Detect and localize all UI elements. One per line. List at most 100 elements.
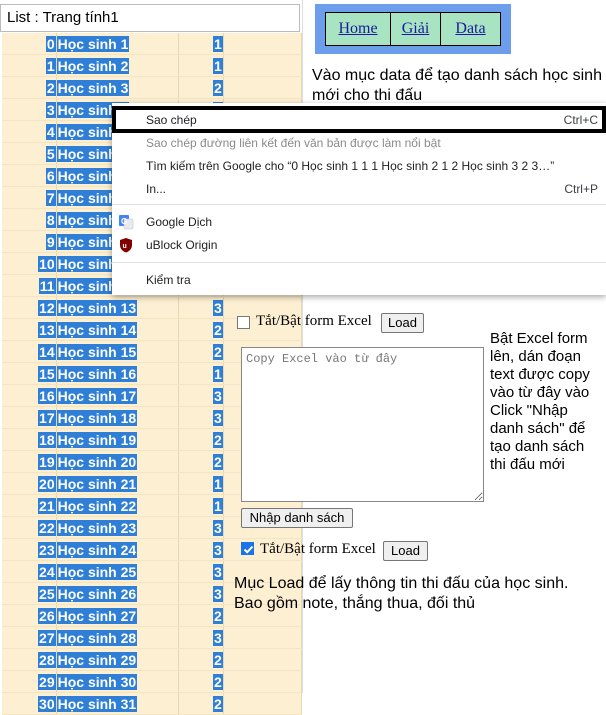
row-index-cell: 26 (2, 604, 57, 627)
student-name-cell: Học sinh 20 (56, 450, 180, 473)
context-google-translate-item[interactable]: G Google Dịch (112, 211, 606, 233)
student-name: Học sinh 29 (56, 651, 138, 668)
student-group-cell: 3 (178, 538, 224, 561)
student-name-cell: Học sinh 26 (56, 582, 180, 605)
student-group-cell: 3 (178, 406, 224, 429)
student-name: Học sinh 16 (56, 365, 138, 382)
row-index-cell: 18 (2, 428, 57, 451)
student-group: 1 (213, 57, 223, 74)
context-copy-link-item[interactable]: Sao chép đường liên kết đến văn bản được… (112, 132, 606, 154)
row-index-cell: 19 (2, 450, 57, 473)
student-group-cell: 3 (178, 582, 224, 605)
load-form-button[interactable]: Load (383, 541, 428, 561)
row-index-cell: 3 (2, 98, 57, 121)
context-ublock-item[interactable]: u uBlock Origin (112, 234, 606, 256)
row-index-cell: 5 (2, 142, 57, 165)
row-index-cell: 29 (2, 670, 57, 693)
context-inspect-item[interactable]: Kiểm tra (112, 269, 606, 291)
student-group-cell: 2 (178, 670, 224, 693)
student-name-cell: Học sinh 21 (56, 472, 180, 495)
student-name-cell: Học sinh 14 (56, 318, 180, 341)
menu-divider (112, 262, 606, 263)
student-name-cell: Học sinh 27 (56, 604, 180, 627)
row-index-cell: 27 (2, 626, 57, 649)
student-group-cell: 2 (178, 428, 224, 451)
row-index-cell: 2 (2, 76, 57, 99)
ublock-shield-icon: u (120, 238, 132, 253)
empty-cell-cell (223, 670, 303, 693)
student-name: Học sinh 26 (56, 585, 138, 602)
student-group: 2 (213, 673, 223, 690)
menu-divider (112, 204, 606, 205)
student-name-cell: Học sinh 19 (56, 428, 180, 451)
student-name: Học sinh 19 (56, 431, 138, 448)
row-index-cell: 1 (2, 54, 57, 77)
load-info-text: Mục Load để lấy thông tin thi đấu của họ… (234, 575, 569, 612)
student-group-cell: 2 (178, 318, 224, 341)
row-index-cell: 13 (2, 318, 57, 341)
student-group: 1 (213, 365, 223, 382)
row-index: 0 (45, 35, 56, 52)
student-group: 3 (213, 299, 223, 316)
row-index: 28 (38, 651, 56, 668)
student-name: Học sinh 31 (56, 695, 138, 712)
student-name: Học sinh 13 (56, 299, 138, 316)
student-name: Học sinh 20 (56, 453, 138, 470)
student-group: 2 (213, 431, 223, 448)
row-index: 12 (38, 299, 56, 316)
table-row: 27 Học sinh 28 3 (2, 626, 303, 649)
row-index-cell: 10 (2, 252, 57, 275)
context-print-item[interactable]: In... Ctrl+P (112, 178, 606, 200)
row-index-cell: 8 (2, 208, 57, 231)
row-index-cell: 22 (2, 516, 57, 539)
student-group: 3 (213, 387, 223, 404)
row-index: 30 (38, 695, 56, 712)
nav-home-link[interactable]: Home (325, 12, 391, 46)
student-group: 1 (213, 475, 223, 492)
table-row: 23 Học sinh 24 3 (2, 538, 303, 561)
empty-cell-cell (223, 54, 303, 77)
excel-load-button[interactable]: Load (381, 313, 424, 333)
row-index: 17 (38, 409, 56, 426)
row-index: 21 (38, 497, 56, 514)
context-search-google-item[interactable]: Tìm kiếm trên Google cho “0 Học sinh 1 1… (112, 155, 606, 177)
row-index: 8 (45, 211, 56, 228)
student-group-cell: 1 (178, 494, 224, 517)
row-index-cell: 12 (2, 296, 57, 319)
empty-cell-cell (223, 626, 303, 649)
excel-paste-textarea[interactable] (241, 347, 484, 502)
student-group-cell: 2 (178, 76, 224, 99)
student-group: 2 (213, 321, 223, 338)
excel-form-checkbox[interactable] (237, 316, 250, 329)
table-row: 29 Học sinh 30 2 (2, 670, 303, 693)
student-group: 3 (213, 409, 223, 426)
row-index-cell: 7 (2, 186, 57, 209)
empty-cell-cell (223, 76, 303, 99)
student-group: 3 (213, 541, 223, 558)
import-list-button[interactable]: Nhập danh sách (241, 508, 353, 528)
load-form-checkbox[interactable] (241, 542, 254, 555)
context-menu: Sao chép Ctrl+C Sao chép đường liên kết … (112, 103, 606, 295)
row-index-cell: 30 (2, 692, 57, 715)
row-index-cell: 28 (2, 648, 57, 671)
row-index: 18 (38, 431, 56, 448)
google-translate-icon: G (119, 215, 134, 230)
nav-giai-link[interactable]: Giải (390, 12, 441, 46)
student-name-cell: Học sinh 1 (56, 33, 180, 55)
nav-data-link[interactable]: Data (440, 12, 501, 46)
table-row: 28 Học sinh 29 2 (2, 648, 303, 671)
student-name: Học sinh 22 (56, 497, 138, 514)
row-index-cell: 20 (2, 472, 57, 495)
student-group-cell: 3 (178, 516, 224, 539)
row-index: 14 (38, 343, 56, 360)
student-group: 2 (213, 651, 223, 668)
row-index: 3 (45, 101, 56, 118)
student-group-cell: 1 (178, 472, 224, 495)
student-name-cell: Học sinh 25 (56, 560, 180, 583)
student-name: Học sinh 18 (56, 409, 138, 426)
student-group-cell: 3 (178, 384, 224, 407)
row-index: 16 (38, 387, 56, 404)
load-form-toggle-label: Tắt/Bật form Excel (260, 541, 376, 557)
student-group: 2 (213, 343, 223, 360)
empty-cell-cell (223, 33, 303, 55)
